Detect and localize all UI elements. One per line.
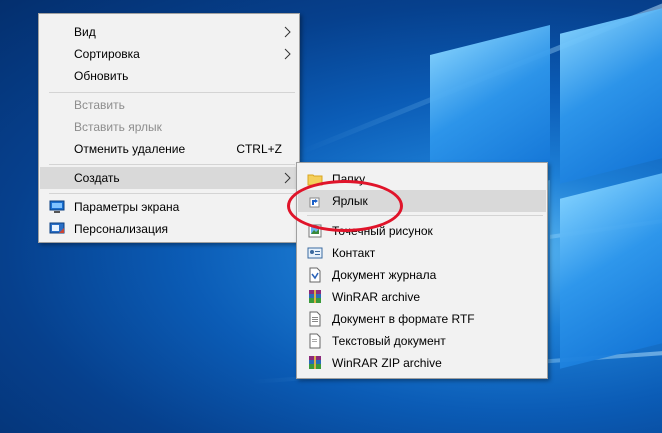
menu-separator [307, 215, 543, 216]
rtf-document-icon [309, 311, 321, 327]
menu-item-label: Вставить ярлык [74, 120, 162, 134]
menu-item-label: Отменить удаление [74, 142, 186, 156]
chevron-right-icon [284, 172, 291, 184]
menu-separator [49, 92, 295, 93]
submenu-item-label: Документ журнала [332, 268, 437, 282]
desktop-context-menu: Вид Сортировка Обновить Вставить Вставит… [38, 13, 300, 243]
create-submenu: Папку Ярлык Точечный рисунок Контакт Док… [296, 162, 548, 379]
submenu-item-label: Ярлык [332, 194, 368, 208]
menu-item-label: Вставить [74, 98, 125, 112]
menu-item-undo-delete[interactable]: Отменить удаление CTRL+Z [40, 138, 298, 160]
submenu-item-label: Контакт [332, 246, 376, 260]
windows-logo-pane [560, 6, 662, 184]
submenu-item-shortcut[interactable]: Ярлык [298, 190, 546, 212]
menu-item-label: Параметры экрана [74, 200, 180, 214]
menu-item-paste[interactable]: Вставить [40, 94, 298, 116]
submenu-item-winrar[interactable]: WinRAR archive [298, 286, 546, 308]
menu-item-create[interactable]: Создать [40, 167, 298, 189]
submenu-item-label: WinRAR ZIP archive [332, 356, 442, 370]
windows-logo-pane [560, 171, 662, 369]
submenu-item-label: Документ в формате RTF [332, 312, 475, 326]
submenu-item-label: Текстовый документ [332, 334, 446, 348]
menu-item-label: Обновить [74, 69, 129, 83]
shortcut-text: CTRL+Z [236, 142, 282, 156]
bitmap-image-icon [308, 224, 322, 238]
menu-separator [49, 193, 295, 194]
menu-item-refresh[interactable]: Обновить [40, 65, 298, 87]
winrar-archive-icon [309, 290, 321, 303]
submenu-item-journal[interactable]: Документ журнала [298, 264, 546, 286]
personalization-icon [49, 222, 65, 234]
submenu-item-label: WinRAR archive [332, 290, 421, 304]
chevron-right-icon [284, 26, 291, 38]
menu-item-label: Персонализация [74, 222, 169, 236]
menu-item-view[interactable]: Вид [40, 21, 298, 43]
shortcut-icon [309, 197, 320, 208]
submenu-item-rtf[interactable]: Документ в формате RTF [298, 308, 546, 330]
contact-icon [307, 247, 323, 259]
journal-document-icon [309, 267, 321, 283]
submenu-item-winrar-zip[interactable]: WinRAR ZIP archive [298, 352, 546, 374]
submenu-item-bitmap[interactable]: Точечный рисунок [298, 220, 546, 242]
menu-item-label: Сортировка [74, 47, 140, 61]
menu-item-sort[interactable]: Сортировка [40, 43, 298, 65]
submenu-item-folder[interactable]: Папку [298, 168, 546, 190]
folder-icon [307, 174, 323, 186]
submenu-item-label: Папку [332, 172, 366, 186]
text-document-icon [309, 333, 321, 349]
menu-item-display-settings[interactable]: Параметры экрана [40, 196, 298, 218]
menu-item-label: Создать [74, 171, 120, 185]
submenu-item-text[interactable]: Текстовый документ [298, 330, 546, 352]
menu-item-paste-shortcut[interactable]: Вставить ярлык [40, 116, 298, 138]
menu-item-label: Вид [74, 25, 96, 39]
menu-item-personalization[interactable]: Персонализация [40, 218, 298, 240]
menu-separator [49, 164, 295, 165]
display-settings-icon [49, 200, 65, 213]
chevron-right-icon [284, 48, 291, 60]
submenu-item-label: Точечный рисунок [332, 224, 433, 238]
submenu-item-contact[interactable]: Контакт [298, 242, 546, 264]
winrar-zip-icon [309, 356, 321, 369]
